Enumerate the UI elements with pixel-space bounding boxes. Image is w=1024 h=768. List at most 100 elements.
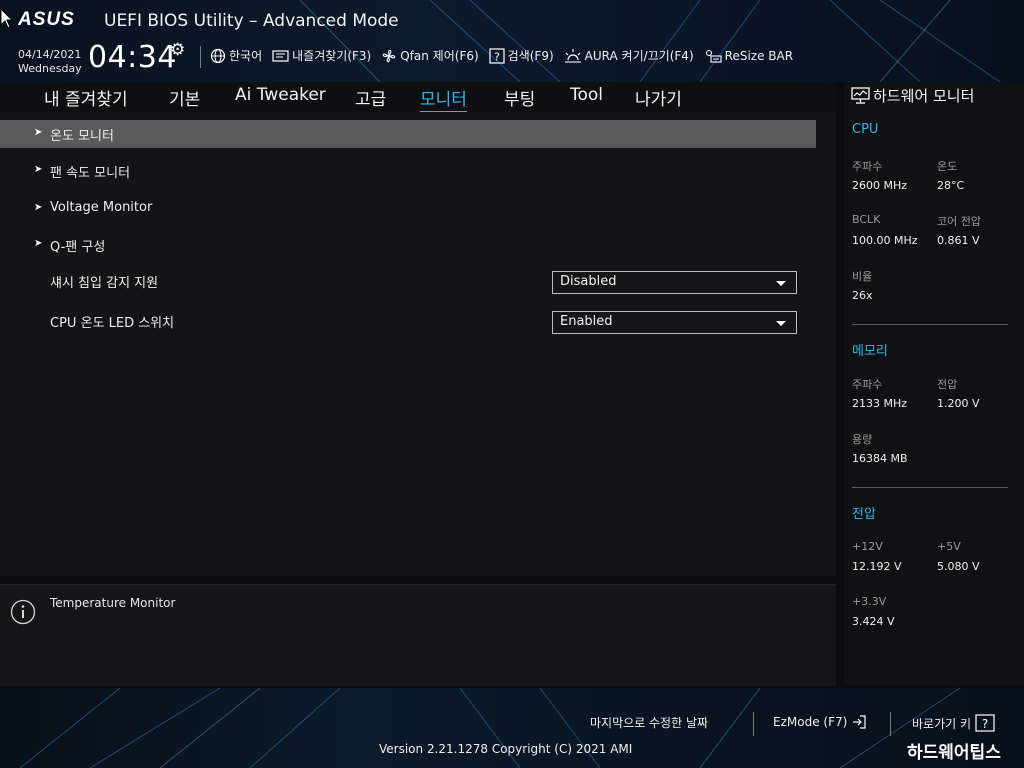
cpu-temp-label: 온도 xyxy=(937,160,958,173)
tab-exit[interactable]: 나가기 xyxy=(635,85,682,110)
header-toolbar: 한국어 내즐겨찾기(F3) Qfan 제어(F6) ? 검색(F9) AURA … xyxy=(210,47,793,64)
tab-ai-tweaker[interactable]: Ai Tweaker xyxy=(235,85,326,105)
fan-icon xyxy=(382,49,396,62)
help-panel: Temperature Monitor xyxy=(0,584,836,686)
favorites-icon xyxy=(272,49,289,62)
hardware-monitor-title-text: 하드웨어 모니터 xyxy=(873,87,975,105)
setting-label: 섀시 침입 감지 지원 xyxy=(50,276,159,291)
qfan-button[interactable]: Qfan 제어(F6) xyxy=(381,47,479,64)
tab-my-favorites[interactable]: 내 즐겨찾기 xyxy=(44,85,128,110)
help-search-icon: ? xyxy=(489,47,505,64)
submenu-arrow-icon: ➤ xyxy=(34,164,43,175)
cpu-freq-value: 2600 MHz xyxy=(852,179,908,192)
version-text: Version 2.21.1278 Copyright (C) 2021 AMI xyxy=(379,742,633,756)
cpu-temp-value: 28°C xyxy=(937,179,965,192)
memory-voltage-value: 1.200 V xyxy=(937,397,980,410)
tab-tool[interactable]: Tool xyxy=(570,85,603,105)
v5-value: 5.080 V xyxy=(937,560,980,573)
help-key-icon: ? xyxy=(975,714,995,732)
tab-boot[interactable]: 부팅 xyxy=(504,85,535,110)
language-button[interactable]: 한국어 xyxy=(210,47,262,64)
menu-item-qfan-configuration[interactable]: ➤ Q-팬 구성 xyxy=(0,231,816,259)
exit-to-ezmode-icon xyxy=(853,715,866,729)
resize-bar-button[interactable]: ReSize BAR xyxy=(704,48,793,64)
globe-icon xyxy=(210,48,226,63)
memory-freq-label: 주파수 xyxy=(852,378,883,391)
menu-item-label: Voltage Monitor xyxy=(50,200,153,215)
mouse-cursor-icon xyxy=(0,8,14,29)
submenu-arrow-icon: ➤ xyxy=(34,202,43,213)
section-divider xyxy=(852,324,1008,325)
search-button[interactable]: ? 검색(F9) xyxy=(489,47,554,64)
monitor-icon xyxy=(851,87,870,104)
cpu-bclk-label: BCLK xyxy=(852,213,881,226)
qfan-label: Qfan 제어(F6) xyxy=(400,49,479,63)
favorites-button[interactable]: 내즐겨찾기(F3) xyxy=(272,47,371,64)
menu-item-label: Q-팬 구성 xyxy=(50,240,106,255)
hardware-monitor-title: 하드웨어 모니터 xyxy=(851,85,974,106)
memory-freq-value: 2133 MHz xyxy=(852,397,908,410)
search-label: 검색(F9) xyxy=(507,49,554,63)
ezmode-button[interactable]: EzMode (F7) xyxy=(773,714,867,730)
clock-time: 04:34 xyxy=(88,40,177,75)
hotkeys-label: 바로가기 키 xyxy=(912,716,972,731)
aura-button[interactable]: AURA 켜기/끄기(F4) xyxy=(564,47,694,64)
v5-label: +5V xyxy=(937,540,961,553)
cpu-section-heading: CPU xyxy=(852,122,879,137)
watermark-text: 하드웨어팁스 xyxy=(907,743,1001,763)
cpu-ratio-label: 비율 xyxy=(852,270,873,283)
resize-bar-icon xyxy=(705,49,722,63)
v33-label: +3.3V xyxy=(852,595,887,608)
ezmode-label: EzMode (F7) xyxy=(773,715,848,729)
cpu-core-voltage-label: 코어 전압 xyxy=(937,215,981,228)
chevron-down-icon xyxy=(776,281,786,286)
footer-background xyxy=(0,688,1024,768)
memory-capacity-value: 16384 MB xyxy=(852,452,908,465)
menu-item-voltage-monitor[interactable]: ➤ Voltage Monitor xyxy=(0,195,816,223)
weekday-text: Wednesday xyxy=(18,62,82,75)
app-title: UEFI BIOS Utility – Advanced Mode xyxy=(104,11,399,31)
v12-label: +12V xyxy=(852,540,883,553)
aura-label: AURA 켜기/끄기(F4) xyxy=(584,49,694,63)
section-divider xyxy=(852,487,1008,488)
clock-settings-icon[interactable]: ⚙ xyxy=(170,40,185,60)
menu-item-temperature-monitor[interactable]: ➤ 온도 모니터 xyxy=(0,120,816,148)
cpu-temp-led-dropdown[interactable]: Enabled xyxy=(552,311,797,334)
dropdown-value: Disabled xyxy=(560,274,617,289)
favorites-label: 내즐겨찾기(F3) xyxy=(292,49,372,63)
tab-advanced[interactable]: 고급 xyxy=(355,85,386,110)
memory-capacity-label: 용량 xyxy=(852,433,873,446)
resize-bar-label: ReSize BAR xyxy=(724,48,794,63)
info-icon xyxy=(10,599,36,625)
submenu-arrow-icon: ➤ xyxy=(34,238,43,249)
main-tab-bar: 내 즐겨찾기 기본 Ai Tweaker 고급 모니터 부팅 Tool 나가기 xyxy=(0,82,836,113)
date-display: 04/14/2021 Wednesday xyxy=(18,48,82,76)
asus-logo-text: ASUS xyxy=(18,9,75,29)
cpu-ratio-value: 26x xyxy=(852,289,873,302)
cpu-bclk-value: 100.00 MHz xyxy=(852,234,918,247)
chassis-intrusion-dropdown[interactable]: Disabled xyxy=(552,271,797,294)
footer-divider xyxy=(753,712,754,736)
hotkeys-button[interactable]: 바로가기 키 ? xyxy=(912,714,995,732)
cpu-freq-label: 주파수 xyxy=(852,160,883,173)
setting-label: CPU 온도 LED 스위치 xyxy=(50,316,175,331)
menu-item-label: 팬 속도 모니터 xyxy=(50,166,131,181)
cpu-core-voltage-value: 0.861 V xyxy=(937,234,980,247)
last-modified-button[interactable]: 마지막으로 수정한 날짜 xyxy=(590,714,708,731)
v12-value: 12.192 V xyxy=(852,560,902,573)
header-divider xyxy=(200,46,201,68)
menu-item-fan-speed-monitor[interactable]: ➤ 팬 속도 모니터 xyxy=(0,157,816,185)
tab-monitor[interactable]: 모니터 xyxy=(420,85,467,113)
tab-main[interactable]: 기본 xyxy=(169,85,200,110)
memory-voltage-label: 전압 xyxy=(937,378,958,391)
footer-divider xyxy=(890,712,891,736)
hardware-monitor-panel: 하드웨어 모니터 CPU 주파수 온도 2600 MHz 28°C BCLK 코… xyxy=(844,82,1024,686)
chevron-down-icon xyxy=(776,321,786,326)
v33-value: 3.424 V xyxy=(852,615,895,628)
help-text: Temperature Monitor xyxy=(50,596,176,610)
svg-text:?: ? xyxy=(982,717,988,731)
menu-item-label: 온도 모니터 xyxy=(50,129,114,144)
settings-panel: ➤ 온도 모니터 ➤ 팬 속도 모니터 ➤ Voltage Monitor ➤ … xyxy=(0,112,836,576)
voltage-section-heading: 전압 xyxy=(852,507,876,522)
aura-icon xyxy=(564,48,581,63)
